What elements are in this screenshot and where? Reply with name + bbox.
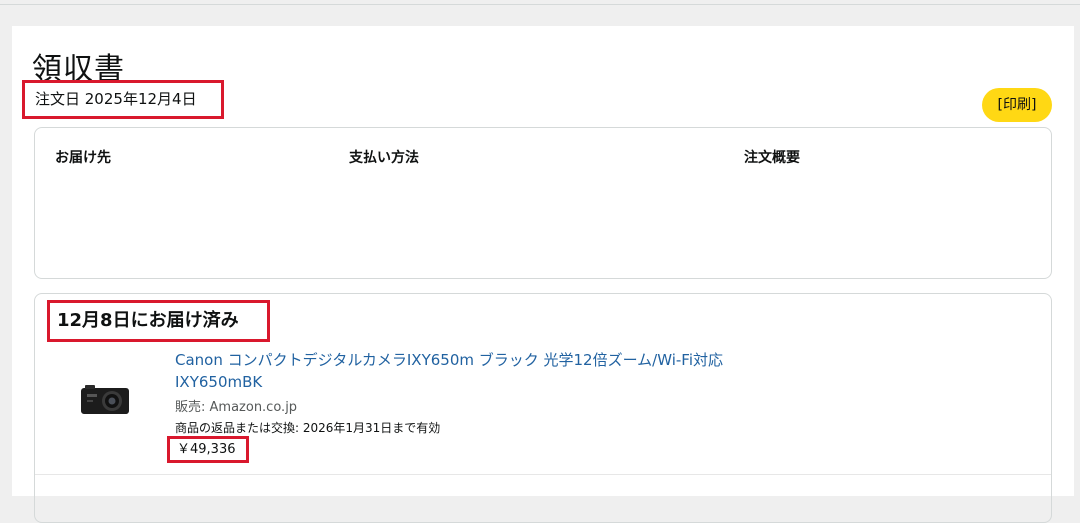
product-title-link[interactable]: Canon コンパクトデジタルカメラIXY650m ブラック 光学12倍ズーム/… [175,349,775,393]
item-price: ￥49,336 [167,436,249,463]
item-divider [35,474,1051,475]
ship-to-heading: お届け先 [55,150,111,166]
print-button[interactable]: [印刷] [982,88,1052,122]
shipment-box: 12月8日にお届け済み Canon コンパクトデジタルカメラIXY650m ブラ… [34,293,1052,523]
order-summary-box: お届け先 支払い方法 注文概要 [34,127,1052,279]
payment-method-heading: 支払い方法 [349,150,419,166]
return-eligibility-text: 商品の返品または交換: 2026年1月31日まで有効 [175,421,441,435]
order-summary-heading: 注文概要 [744,150,800,166]
receipt-page: 領収書 注文日 2025年12月4日 [印刷] お届け先 支払い方法 注文概要 … [12,26,1074,523]
camera-icon[interactable] [79,382,131,416]
delivery-status: 12月8日にお届け済み [47,300,270,342]
seller-text: 販売: Amazon.co.jp [175,400,298,415]
top-divider [0,4,1080,5]
order-date: 注文日 2025年12月4日 [22,80,224,119]
